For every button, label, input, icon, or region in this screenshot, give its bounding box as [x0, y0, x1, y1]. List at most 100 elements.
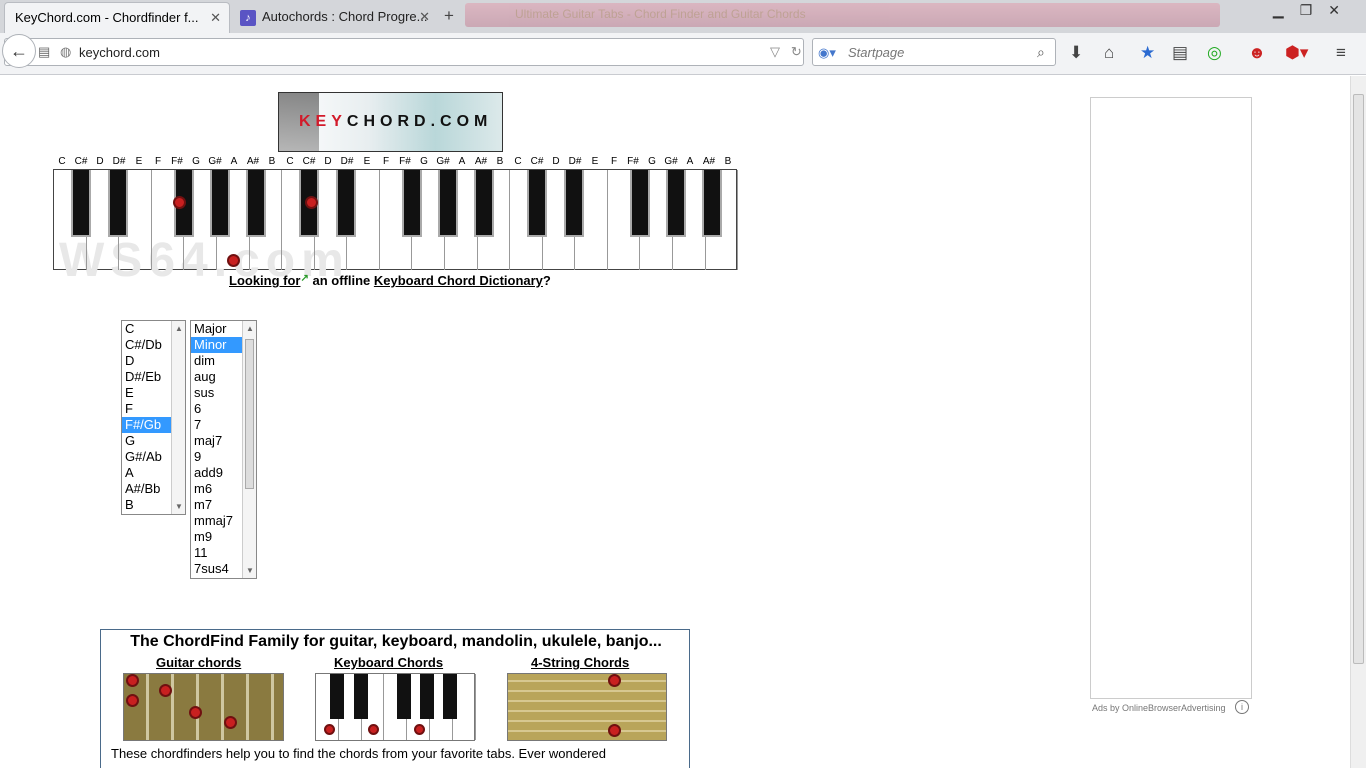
home-icon[interactable]: ⌂ — [1104, 43, 1114, 63]
finger-dot — [159, 684, 172, 697]
search-input[interactable]: Startpage — [848, 45, 904, 60]
black-key — [630, 170, 650, 237]
black-key — [666, 170, 686, 237]
external-link-icon: ↗ — [300, 273, 309, 284]
scroll-down-icon[interactable]: ▼ — [175, 502, 183, 511]
ad-footer[interactable]: Ads by OnlineBrowserAdvertising — [1092, 703, 1226, 713]
scroll-up-icon[interactable]: ▲ — [175, 324, 183, 333]
note-label: C# — [302, 156, 316, 167]
site-logo[interactable]: KEYCHORD.COM — [278, 92, 503, 152]
scrollbar[interactable]: ▲ ▼ — [242, 321, 256, 578]
finger-dot — [126, 674, 139, 687]
url-text[interactable]: keychord.com — [79, 45, 160, 60]
tab-label: KeyChord.com - Chordfinder f... — [15, 10, 199, 25]
url-actions[interactable]: ▽ ↻ — [770, 44, 802, 60]
download-icon[interactable]: ⬇ — [1069, 43, 1083, 63]
four-string-chords-link[interactable]: 4-String Chords — [531, 655, 629, 670]
logo-rest: CHORD.COM — [346, 113, 493, 130]
piano-keyboard: WS64.com — [53, 169, 739, 287]
four-string-chord-image[interactable] — [507, 673, 667, 741]
blurred-tab[interactable]: Ultimate Guitar Tabs - Chord Finder and … — [465, 3, 1220, 27]
guitar-chords-link[interactable]: Guitar chords — [156, 655, 241, 670]
reading-list-icon[interactable]: ▤ — [1172, 43, 1188, 63]
new-tab-button[interactable]: + — [444, 6, 454, 26]
note-label: A# — [702, 156, 716, 167]
extension-q-icon[interactable]: ◎ — [1207, 43, 1222, 63]
chord-type-select[interactable]: Major Minor dim aug sus 6 7 maj7 9 add9 m6 m7 mmaj7 m… — [190, 320, 257, 579]
note-label: B — [268, 156, 276, 167]
root-note-select[interactable]: C C#/Db D D#/Eb E F F#/Gb G G#/Ab A A#/Bb B ▲ ▼ — [121, 320, 186, 515]
black-key — [474, 170, 494, 237]
info-icon[interactable]: i — [1235, 700, 1249, 714]
note-labels: C C# D D# E F F# G G# A A# B C C# D D# E F F# G G# A A# B C C# D D#… — [55, 156, 735, 170]
music-icon: ♪ — [240, 9, 256, 26]
chord-note-dot — [227, 254, 240, 267]
black-key — [330, 674, 344, 719]
note-label: C# — [74, 156, 88, 167]
close-icon[interactable]: ✕ — [419, 9, 430, 25]
finger-dot — [224, 716, 237, 729]
menu-icon[interactable]: ≡ — [1336, 43, 1346, 63]
dropdown-icon[interactable]: ▽ — [770, 44, 780, 59]
page-scrollbar[interactable] — [1350, 76, 1366, 768]
note-label: G# — [664, 156, 678, 167]
note-label: A# — [474, 156, 488, 167]
keyboard-chord-image[interactable] — [315, 673, 476, 741]
chord-note-dot — [414, 724, 425, 735]
finger-dot — [189, 706, 202, 719]
search-engine-icon[interactable]: ◉▾ — [818, 45, 836, 61]
note-label: C# — [530, 156, 544, 167]
scrollbar[interactable]: ▲ ▼ — [171, 321, 185, 514]
note-label: A — [686, 156, 694, 167]
adblock-icon[interactable]: ⬢▾ — [1285, 43, 1308, 63]
chord-note-dot — [173, 196, 186, 209]
back-button[interactable]: ← — [2, 34, 36, 68]
note-label: G — [648, 156, 656, 167]
tab-label: Autochords : Chord Progre... — [262, 9, 428, 24]
restore-icon[interactable]: ❐ — [1300, 2, 1329, 18]
scrollbar-thumb[interactable] — [1353, 94, 1364, 664]
looking-for-link[interactable]: Looking for — [229, 273, 301, 288]
scroll-up-icon[interactable]: ▲ — [246, 324, 254, 333]
finger-dot — [608, 724, 621, 737]
bookmark-star-icon[interactable]: ★ — [1140, 43, 1155, 63]
scrollbar-thumb[interactable] — [245, 339, 254, 489]
note-label: C — [514, 156, 522, 167]
black-key — [354, 674, 368, 719]
search-icon[interactable]: ⌕ — [1037, 44, 1045, 61]
sidebar-icon[interactable]: ▤ — [38, 44, 50, 60]
close-icon[interactable]: ✕ — [210, 10, 221, 26]
reload-icon[interactable]: ↻ — [791, 44, 802, 59]
tab-autochords[interactable]: ♪ Autochords : Chord Progre... ✕ — [230, 2, 438, 33]
guitar-chord-image[interactable] — [123, 673, 284, 741]
note-label: A — [230, 156, 238, 167]
chord-note-dot — [368, 724, 379, 735]
note-label: D# — [112, 156, 126, 167]
minimize-icon[interactable]: ▁ — [1273, 2, 1300, 18]
dictionary-link[interactable]: Keyboard Chord Dictionary — [374, 273, 543, 288]
note-label: G# — [436, 156, 450, 167]
black-key — [527, 170, 547, 237]
note-label: B — [496, 156, 504, 167]
scroll-down-icon[interactable]: ▼ — [246, 566, 254, 575]
note-label: E — [363, 156, 371, 167]
ad-panel[interactable] — [1090, 97, 1252, 699]
black-key — [246, 170, 266, 237]
tab-bar: Ultimate Guitar Tabs - Chord Finder and … — [0, 0, 1366, 33]
note-label: G — [192, 156, 200, 167]
black-key — [443, 674, 457, 719]
close-window-icon[interactable]: ✕ — [1328, 2, 1356, 18]
black-key — [71, 170, 91, 237]
note-label: F# — [399, 156, 411, 167]
keyboard-chords-link[interactable]: Keyboard Chords — [334, 655, 443, 670]
note-label: D — [324, 156, 332, 167]
extension-face-icon[interactable]: ☻ — [1248, 43, 1266, 63]
tab-keychord[interactable]: KeyChord.com - Chordfinder f... ✕ — [4, 2, 230, 33]
note-label: G — [420, 156, 428, 167]
note-label: E — [135, 156, 143, 167]
window-controls[interactable]: ▁❐✕ — [1273, 2, 1356, 19]
note-label: B — [724, 156, 732, 167]
black-key — [702, 170, 722, 237]
finger-dot — [608, 674, 621, 687]
black-key — [438, 170, 458, 237]
